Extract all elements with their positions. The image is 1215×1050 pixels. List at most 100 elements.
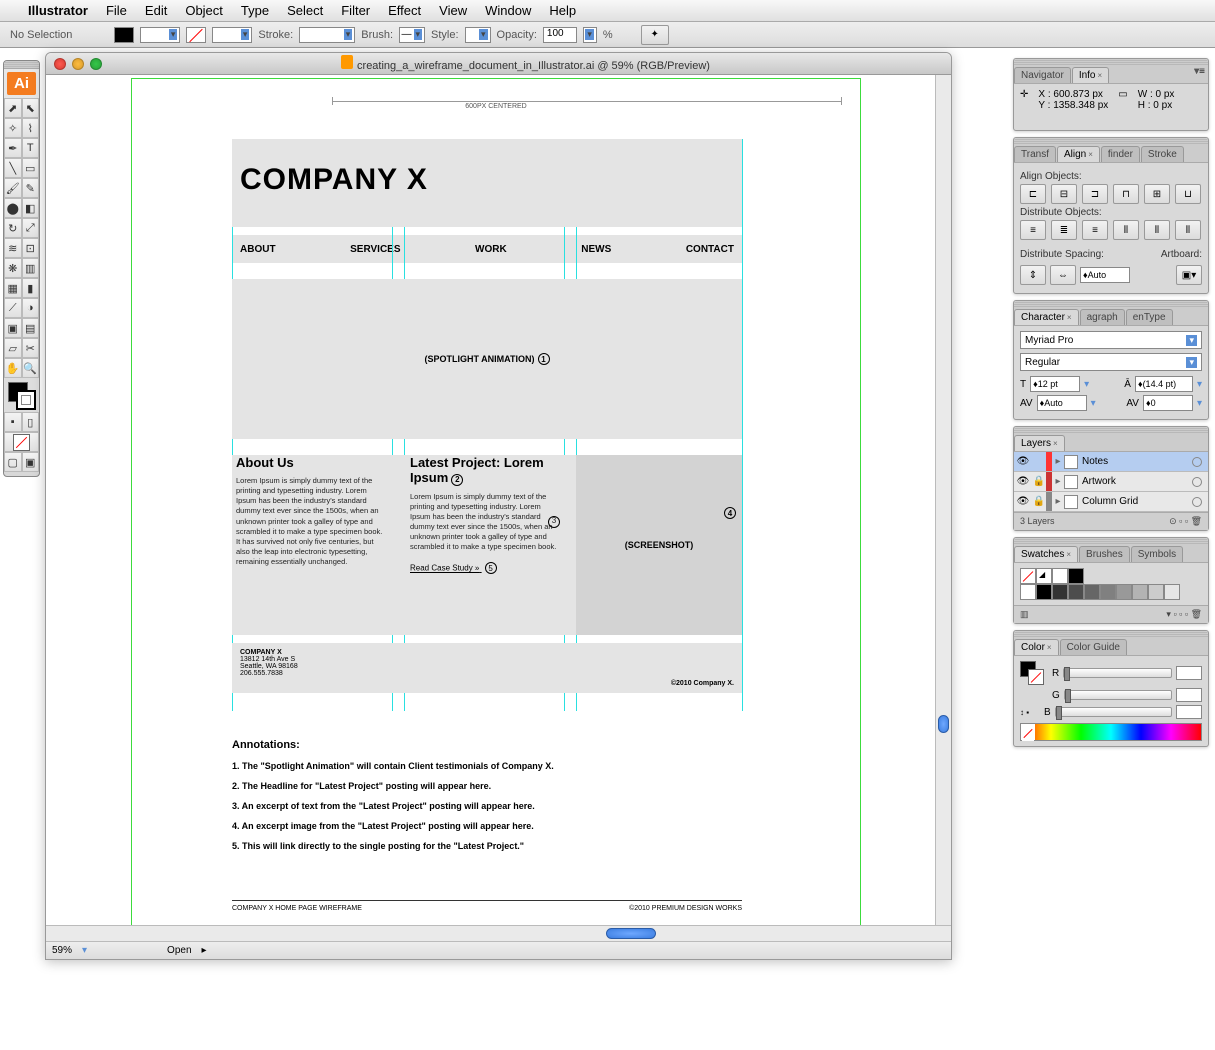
align-top[interactable]: ⊓ xyxy=(1113,184,1139,204)
swatch-row-1[interactable]: ◢ xyxy=(1020,568,1202,584)
delete-swatch-icon[interactable]: 🗑 xyxy=(1191,609,1202,619)
none-mode-button[interactable] xyxy=(4,432,39,452)
layer-artwork[interactable]: 👁🔒 ▸ Artwork xyxy=(1014,472,1208,492)
hscroll-thumb[interactable] xyxy=(606,928,656,939)
warp-tool[interactable]: ≋ xyxy=(4,238,22,258)
live-paint-tool[interactable]: ▣ xyxy=(4,318,22,338)
style-dd[interactable] xyxy=(465,27,491,43)
gradient-mode-button[interactable]: ▯ xyxy=(22,412,40,432)
symbol-sprayer-tool[interactable]: ❋ xyxy=(4,258,22,278)
panel-menu-icon[interactable]: ▾≡ xyxy=(1194,66,1205,77)
color-spectrum[interactable] xyxy=(1020,723,1202,741)
minimize-button[interactable] xyxy=(72,58,84,70)
visibility-icon[interactable]: 👁 xyxy=(1014,456,1032,467)
g-slider[interactable] xyxy=(1064,690,1172,700)
r-value[interactable] xyxy=(1176,666,1202,680)
spacing-value[interactable]: ♦ Auto xyxy=(1080,267,1130,283)
eyedropper-tool[interactable]: ⟋ xyxy=(4,298,22,318)
lock-icon[interactable]: 🔒 xyxy=(1032,496,1046,507)
close-button[interactable] xyxy=(54,58,66,70)
tab-transform[interactable]: Transf xyxy=(1014,146,1056,162)
menu-file[interactable]: File xyxy=(106,3,127,18)
dist-top[interactable]: ≡ xyxy=(1020,220,1046,240)
menu-view[interactable]: View xyxy=(439,3,467,18)
paintbrush-tool[interactable]: 🖌 xyxy=(4,178,22,198)
rotate-tool[interactable]: ↻ xyxy=(4,218,22,238)
live-paint-select-tool[interactable]: ▤ xyxy=(22,318,40,338)
align-right[interactable]: ⊐ xyxy=(1082,184,1108,204)
delete-layer-icon[interactable]: 🗑 xyxy=(1191,516,1202,526)
doc-setup-icon[interactable]: ✦ xyxy=(641,25,669,45)
stroke-dd[interactable] xyxy=(212,27,252,43)
screen-mode-normal[interactable]: ▢ xyxy=(4,452,22,472)
font-family-select[interactable]: Myriad Pro xyxy=(1020,331,1202,349)
align-bottom[interactable]: ⊔ xyxy=(1175,184,1201,204)
horizontal-scrollbar[interactable] xyxy=(46,925,951,941)
visibility-icon[interactable]: 👁 xyxy=(1014,496,1032,507)
tab-color-guide[interactable]: Color Guide xyxy=(1060,639,1127,655)
magic-wand-tool[interactable]: ✧ xyxy=(4,118,22,138)
tab-stroke[interactable]: Stroke xyxy=(1141,146,1184,162)
tab-align[interactable]: Align× xyxy=(1057,146,1100,162)
toolbox-grip[interactable] xyxy=(4,61,39,69)
fill-swatch[interactable] xyxy=(114,27,134,43)
menu-object[interactable]: Object xyxy=(185,3,223,18)
tab-brushes[interactable]: Brushes xyxy=(1079,546,1130,562)
tab-character[interactable]: Character× xyxy=(1014,309,1079,325)
blend-tool[interactable]: ◑ xyxy=(22,298,40,318)
b-slider[interactable] xyxy=(1055,707,1172,717)
opacity-input[interactable]: 100 xyxy=(543,27,577,43)
hand-tool[interactable]: ✋ xyxy=(4,358,22,378)
tab-pathfinder[interactable]: finder xyxy=(1101,146,1140,162)
tracking-input[interactable]: ♦ 0 xyxy=(1143,395,1193,411)
menu-help[interactable]: Help xyxy=(549,3,576,18)
menu-select[interactable]: Select xyxy=(287,3,323,18)
scale-tool[interactable]: ⤢ xyxy=(22,218,40,238)
menu-filter[interactable]: Filter xyxy=(341,3,370,18)
g-value[interactable] xyxy=(1176,688,1202,702)
zoom-tool[interactable]: 🔍 xyxy=(22,358,40,378)
layer-notes[interactable]: 👁 ▸ Notes xyxy=(1014,452,1208,472)
free-transform-tool[interactable]: ⊡ xyxy=(22,238,40,258)
align-vcenter[interactable]: ⊞ xyxy=(1144,184,1170,204)
tab-symbols[interactable]: Symbols xyxy=(1131,546,1183,562)
kerning-input[interactable]: ♦ Auto xyxy=(1037,395,1087,411)
selection-tool[interactable]: ⬈ xyxy=(4,98,22,118)
pencil-tool[interactable]: ✎ xyxy=(22,178,40,198)
font-style-select[interactable]: Regular xyxy=(1020,353,1202,371)
graph-tool[interactable]: ▥ xyxy=(22,258,40,278)
leading-input[interactable]: ♦ (14.4 pt) xyxy=(1135,376,1193,392)
opacity-dd[interactable] xyxy=(583,27,597,43)
stroke-weight[interactable] xyxy=(299,27,355,43)
tab-layers[interactable]: Layers× xyxy=(1014,435,1065,451)
vertical-scrollbar[interactable] xyxy=(935,75,951,925)
brush-dd[interactable]: — xyxy=(399,27,425,43)
direct-select-tool[interactable]: ⬉ xyxy=(22,98,40,118)
layer-column-grid[interactable]: 👁🔒 ▸ Column Grid xyxy=(1014,492,1208,512)
lock-icon[interactable]: 🔒 xyxy=(1032,476,1046,487)
dist-right[interactable]: ⦀ xyxy=(1175,220,1201,240)
tab-color[interactable]: Color× xyxy=(1014,639,1059,655)
swatch-row-2[interactable] xyxy=(1020,584,1202,600)
rectangle-tool[interactable]: ▭ xyxy=(22,158,40,178)
dist-vcenter[interactable]: ≣ xyxy=(1051,220,1077,240)
align-to-button[interactable]: ▣▾ xyxy=(1176,265,1202,285)
tab-opentype[interactable]: enType xyxy=(1126,309,1173,325)
type-tool[interactable]: T xyxy=(22,138,40,158)
menu-type[interactable]: Type xyxy=(241,3,269,18)
zoom-level[interactable]: 59% xyxy=(52,945,72,956)
menu-app[interactable]: Illustrator xyxy=(28,3,88,18)
slice-tool[interactable]: ✂ xyxy=(22,338,40,358)
vscroll-thumb[interactable] xyxy=(938,715,949,733)
mesh-tool[interactable]: ▦ xyxy=(4,278,22,298)
menu-window[interactable]: Window xyxy=(485,3,531,18)
screen-mode-full[interactable]: ▣ xyxy=(22,452,40,472)
locate-layer-icon[interactable]: ⊙ xyxy=(1169,516,1179,526)
swatch-library-icon[interactable]: ▥ xyxy=(1020,609,1029,620)
menu-edit[interactable]: Edit xyxy=(145,3,167,18)
blob-brush-tool[interactable]: ⬤ xyxy=(4,198,22,218)
align-hcenter[interactable]: ⊟ xyxy=(1051,184,1077,204)
font-size-input[interactable]: ♦ 12 pt xyxy=(1030,376,1080,392)
fill-stroke-control[interactable] xyxy=(4,378,39,412)
zoom-button[interactable] xyxy=(90,58,102,70)
